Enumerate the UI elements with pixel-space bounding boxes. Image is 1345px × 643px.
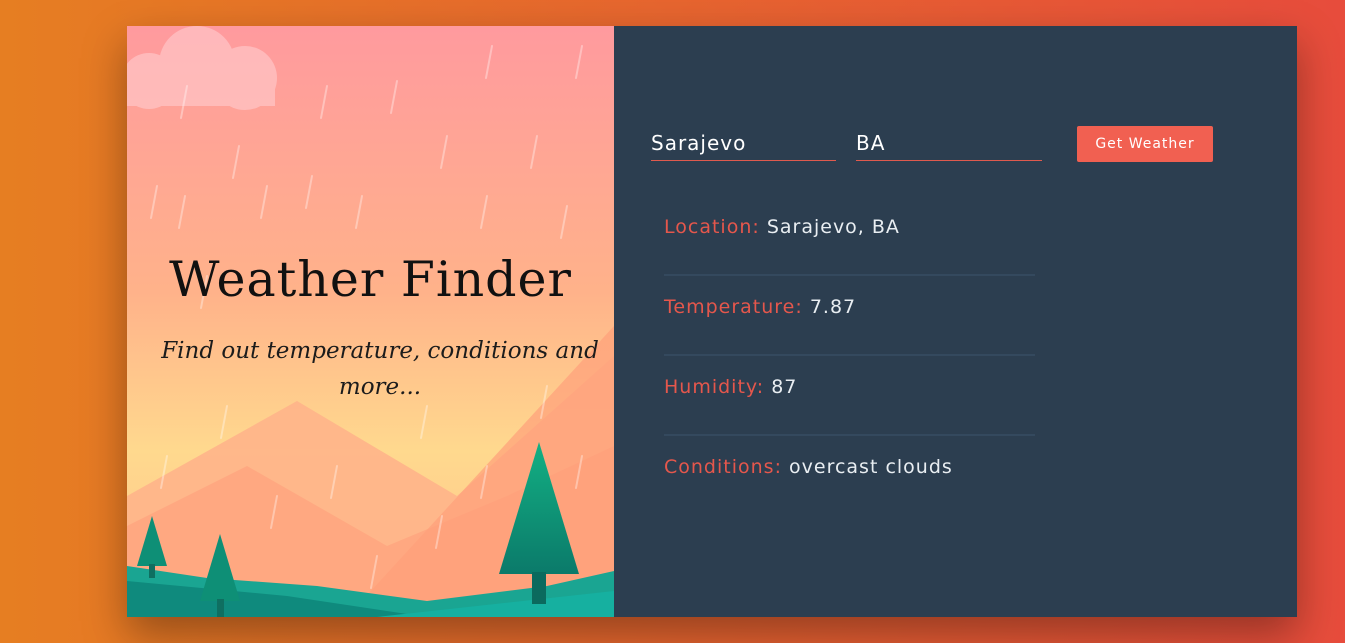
- result-row-conditions: Conditions: overcast clouds: [664, 436, 1035, 516]
- result-label: Location:: [664, 216, 760, 238]
- result-label: Conditions:: [664, 456, 782, 478]
- app-title: Weather Finder: [169, 251, 572, 308]
- result-value: Sarajevo, BA: [766, 216, 900, 238]
- weather-panel: Sarajevo BA Get Weather Location: Saraje…: [614, 26, 1297, 617]
- country-input[interactable]: BA: [856, 126, 1042, 161]
- result-value: overcast clouds: [789, 456, 953, 478]
- app-subtitle: Find out temperature, conditions and mor…: [161, 338, 599, 400]
- get-weather-button[interactable]: Get Weather: [1077, 126, 1213, 162]
- result-row-temperature: Temperature: 7.87: [664, 276, 1035, 356]
- city-input[interactable]: Sarajevo: [651, 126, 836, 161]
- result-row-humidity: Humidity: 87: [664, 356, 1035, 436]
- cloud-icon: [127, 26, 277, 110]
- result-row-location: Location: Sarajevo, BA: [664, 196, 1035, 276]
- result-label: Humidity:: [664, 376, 765, 398]
- result-value: 87: [771, 376, 798, 398]
- result-label: Temperature:: [664, 296, 803, 318]
- weather-card: Weather Finder Find out temperature, con…: [127, 26, 1297, 617]
- landscape-illustration: [127, 26, 614, 617]
- result-value: 7.87: [809, 296, 857, 318]
- hero-panel: Weather Finder Find out temperature, con…: [127, 26, 614, 617]
